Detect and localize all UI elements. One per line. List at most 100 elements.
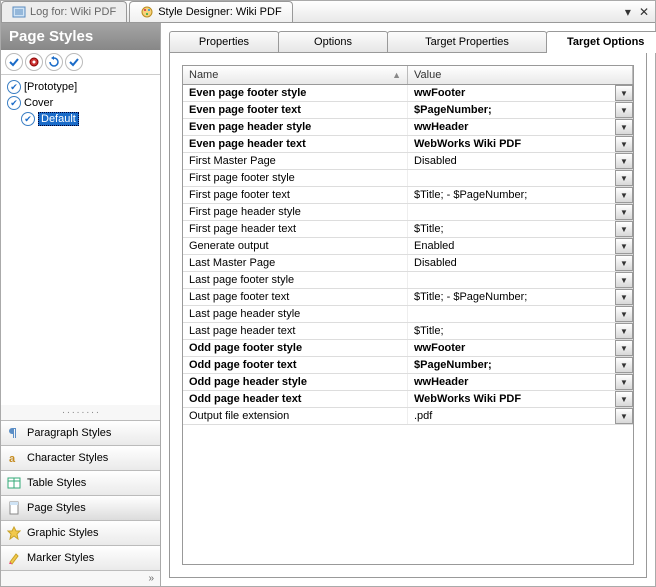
dropdown-arrow-icon[interactable]: ▼ xyxy=(615,238,633,254)
sidebar-item-page-styles[interactable]: Page Styles xyxy=(1,496,160,521)
close-icon[interactable]: ✕ xyxy=(639,5,649,19)
grid-row[interactable]: Last page footer style▼ xyxy=(183,272,633,289)
grid-row[interactable]: First Master PageDisabled▼ xyxy=(183,153,633,170)
tab-options[interactable]: Options xyxy=(278,31,388,52)
grid-row[interactable]: Last page footer text$Title; - $PageNumb… xyxy=(183,289,633,306)
cell-value: Disabled xyxy=(408,255,615,271)
dropdown-arrow-icon[interactable]: ▼ xyxy=(615,306,633,322)
dropdown-arrow-icon[interactable]: ▼ xyxy=(615,408,633,424)
dropdown-arrow-icon[interactable]: ▼ xyxy=(615,204,633,220)
tree-item-label: [Prototype] xyxy=(24,81,77,93)
column-header-value[interactable]: Value xyxy=(408,66,633,84)
grid-row[interactable]: Last page header text$Title;▼ xyxy=(183,323,633,340)
tab-target-options[interactable]: Target Options xyxy=(546,31,656,52)
tab-label: Options xyxy=(314,36,352,48)
tab-label: Target Options xyxy=(567,36,644,48)
tab-log-label: Log for: Wiki PDF xyxy=(30,6,116,18)
grid-row[interactable]: Odd page header stylewwHeader▼ xyxy=(183,374,633,391)
cell-name: Odd page footer style xyxy=(183,340,408,356)
sidebar-item-paragraph-styles[interactable]: Paragraph Styles xyxy=(1,421,160,446)
sidebar-expand-button[interactable]: » xyxy=(1,571,160,586)
grid-row[interactable]: Even page footer stylewwFooter▼ xyxy=(183,85,633,102)
grid-row[interactable]: Odd page footer stylewwFooter▼ xyxy=(183,340,633,357)
grid-row[interactable]: Last page header style ▼ xyxy=(183,306,633,323)
tree-item-label: Cover xyxy=(24,97,53,109)
cell-name: Output file extension xyxy=(183,408,408,424)
dropdown-arrow-icon[interactable]: ▼ xyxy=(615,187,633,203)
toolbar-check-icon[interactable] xyxy=(5,53,23,71)
sidebar-toolbar xyxy=(1,50,160,75)
tab-style-designer-label: Style Designer: Wiki PDF xyxy=(158,6,281,18)
paragraph-icon xyxy=(7,426,21,440)
cell-name: Last Master Page xyxy=(183,255,408,271)
cell-name: Last page header text xyxy=(183,323,408,339)
sidebar-item-table-styles[interactable]: Table Styles xyxy=(1,471,160,496)
dropdown-arrow-icon[interactable]: ▼ xyxy=(615,340,633,356)
tree-item-default[interactable]: ✔ Default xyxy=(3,111,158,127)
toolbar-check2-icon[interactable] xyxy=(65,53,83,71)
grid-row[interactable]: First page header text$Title;▼ xyxy=(183,221,633,238)
tab-label: Properties xyxy=(199,36,249,48)
dropdown-arrow-icon[interactable]: ▼ xyxy=(615,374,633,390)
grid-row[interactable]: Output file extension.pdf▼ xyxy=(183,408,633,425)
cell-name: Even page header text xyxy=(183,136,408,152)
toolbar-refresh-icon[interactable] xyxy=(45,53,63,71)
column-header-name[interactable]: Name▲ xyxy=(183,66,408,84)
sidebar-title: Page Styles xyxy=(1,23,160,50)
dropdown-arrow-icon[interactable]: ▼ xyxy=(615,357,633,373)
grid-row[interactable]: Odd page footer text$PageNumber;▼ xyxy=(183,357,633,374)
tree-item-prototype[interactable]: ✔ [Prototype] xyxy=(3,79,158,95)
grid-row[interactable]: Odd page header textWebWorks Wiki PDF▼ xyxy=(183,391,633,408)
dropdown-arrow-icon[interactable]: ▼ xyxy=(615,221,633,237)
cell-value: $PageNumber; xyxy=(408,102,615,118)
tab-style-designer[interactable]: Style Designer: Wiki PDF xyxy=(129,1,292,22)
grid-row[interactable]: Even page header stylewwHeader▼ xyxy=(183,119,633,136)
cell-name: First page header text xyxy=(183,221,408,237)
dropdown-arrow-icon[interactable]: ▼ xyxy=(615,255,633,271)
sidebar-item-character-styles[interactable]: a Character Styles xyxy=(1,446,160,471)
check-icon: ✔ xyxy=(7,96,21,110)
grid-row[interactable]: First page footer style ▼ xyxy=(183,170,633,187)
cell-name: First Master Page xyxy=(183,153,408,169)
dropdown-arrow-icon[interactable]: ▼ xyxy=(615,391,633,407)
cell-value: $PageNumber; xyxy=(408,357,615,373)
dropdown-arrow-icon[interactable]: ▼ xyxy=(615,323,633,339)
sidebar-item-label: Marker Styles xyxy=(27,552,94,564)
tab-target-properties[interactable]: Target Properties xyxy=(387,31,547,52)
sidebar-item-marker-styles[interactable]: Marker Styles xyxy=(1,546,160,571)
cell-value xyxy=(408,170,615,186)
cell-name: Odd page header text xyxy=(183,391,408,407)
grid-row[interactable]: Generate outputEnabled▼ xyxy=(183,238,633,255)
sidebar-splitter[interactable]: ٠٠٠٠٠٠٠٠ xyxy=(1,405,160,420)
dropdown-arrow-icon[interactable]: ▼ xyxy=(615,102,633,118)
dropdown-arrow-icon[interactable]: ▼ xyxy=(615,119,633,135)
toolbar-target-icon[interactable] xyxy=(25,53,43,71)
marker-icon xyxy=(7,551,21,565)
grid-row[interactable]: Last Master PageDisabled▼ xyxy=(183,255,633,272)
grid-row[interactable]: Even page header textWebWorks Wiki PDF▼ xyxy=(183,136,633,153)
dropdown-arrow-icon[interactable]: ▼ xyxy=(615,272,633,288)
dropdown-arrow-icon[interactable]: ▼ xyxy=(615,85,633,101)
tab-label: Target Properties xyxy=(425,36,509,48)
cell-value: $Title; - $PageNumber; xyxy=(408,289,615,305)
window-controls: ▾ ✕ xyxy=(619,5,655,19)
editor-tabbar: Log for: Wiki PDF Style Designer: Wiki P… xyxy=(1,1,655,23)
dropdown-arrow-icon[interactable]: ▼ xyxy=(615,153,633,169)
tab-properties[interactable]: Properties xyxy=(169,31,279,52)
cell-name: Last page header style xyxy=(183,306,408,322)
grid-row[interactable]: First page header style▼ xyxy=(183,204,633,221)
dropdown-arrow-icon[interactable]: ▼ xyxy=(615,170,633,186)
minimize-icon[interactable]: ▾ xyxy=(625,5,631,19)
grid-header: Name▲ Value xyxy=(183,66,633,85)
tree-item-cover[interactable]: ✔ Cover xyxy=(3,95,158,111)
sidebar-item-label: Table Styles xyxy=(27,477,86,489)
dropdown-arrow-icon[interactable]: ▼ xyxy=(615,136,633,152)
character-icon: a xyxy=(7,451,21,465)
cell-name: First page footer style xyxy=(183,170,408,186)
tab-log[interactable]: Log for: Wiki PDF xyxy=(1,1,127,22)
property-tabs: Properties Options Target Properties Tar… xyxy=(169,31,647,53)
sidebar-item-graphic-styles[interactable]: Graphic Styles xyxy=(1,521,160,546)
dropdown-arrow-icon[interactable]: ▼ xyxy=(615,289,633,305)
grid-row[interactable]: First page footer text$Title; - $PageNum… xyxy=(183,187,633,204)
grid-row[interactable]: Even page footer text$PageNumber;▼ xyxy=(183,102,633,119)
